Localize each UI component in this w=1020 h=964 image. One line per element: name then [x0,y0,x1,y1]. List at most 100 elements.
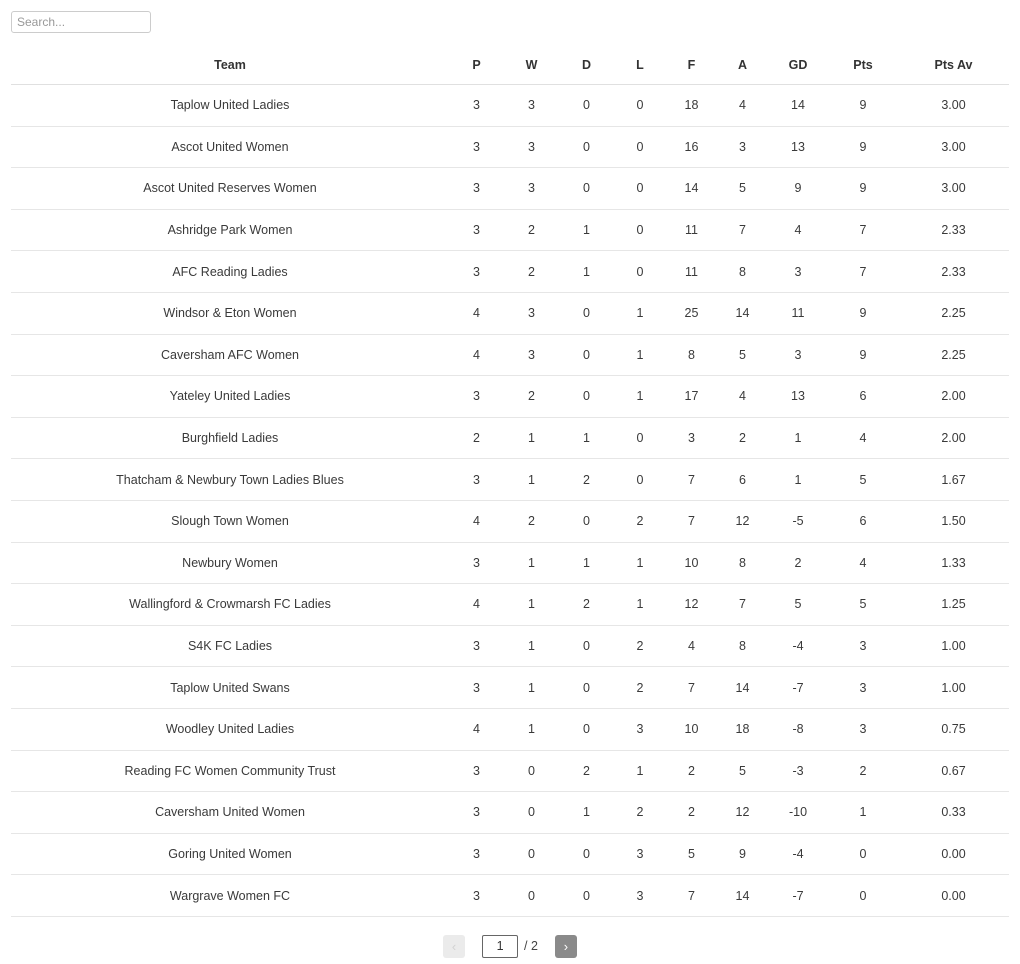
cell-gd: 9 [768,167,828,210]
cell-a: 7 [717,209,768,252]
cell-gd: -10 [768,791,828,834]
table-row[interactable]: Newbury Women 3 1 1 1 10 8 2 4 1.33 [11,542,1009,585]
cell-l: 2 [614,791,666,834]
page-number-input[interactable] [482,934,519,958]
cell-w: 0 [504,874,559,917]
cell-w: 3 [504,167,559,210]
cell-p: 3 [449,167,504,210]
cell-l: 2 [614,625,666,668]
search-input[interactable] [11,11,151,33]
cell-gd: 13 [768,126,828,169]
table-row[interactable]: Slough Town Women 4 2 0 2 7 12 -5 6 1.50 [11,500,1009,543]
cell-d: 0 [559,500,614,543]
table-row[interactable]: AFC Reading Ladies 3 2 1 0 11 8 3 7 2.33 [11,250,1009,293]
cell-a: 8 [717,250,768,293]
cell-ptsav: 2.33 [898,250,1009,293]
cell-p: 4 [449,334,504,377]
cell-a: 5 [717,167,768,210]
column-header-f[interactable]: F [666,58,717,85]
cell-ptsav: 2.00 [898,417,1009,460]
column-header-p[interactable]: P [449,58,504,85]
cell-ptsav: 0.75 [898,708,1009,751]
cell-a: 18 [717,708,768,751]
pagination: ‹ / 2 › [11,934,1009,958]
cell-gd: 3 [768,334,828,377]
table-row[interactable]: Reading FC Women Community Trust 3 0 2 1 2 5 -3… [11,750,1009,793]
previous-page-button[interactable]: ‹ [443,934,466,958]
column-header-w[interactable]: W [504,58,559,85]
table-row[interactable]: Windsor & Eton Women 4 3 0 1 25 14 11 9 2.25 [11,292,1009,335]
cell-a: 6 [717,458,768,501]
cell-ptsav: 1.33 [898,542,1009,585]
column-header-ptsav[interactable]: Pts Av [898,58,1009,85]
table-row[interactable]: Wargrave Women FC 3 0 0 3 7 14 -7 0 0.00 [11,874,1009,917]
cell-pts: 9 [828,292,898,335]
column-header-d[interactable]: D [559,58,614,85]
table-row[interactable]: S4K FC Ladies 3 1 0 2 4 8 -4 3 1.00 [11,625,1009,668]
cell-d: 1 [559,250,614,293]
table-row[interactable]: Caversham AFC Women 4 3 0 1 8 5 3 9 2.25 [11,334,1009,377]
table-row[interactable]: Ascot United Reserves Women 3 3 0 0 14 5 9 9 3.00 [11,167,1009,210]
cell-pts: 7 [828,250,898,293]
cell-a: 14 [717,292,768,335]
column-header-gd[interactable]: GD [768,58,828,85]
cell-l: 0 [614,126,666,169]
cell-team: Taplow United Swans [11,666,449,709]
cell-team: Wargrave Women FC [11,874,449,917]
cell-f: 11 [666,209,717,252]
cell-pts: 5 [828,583,898,626]
cell-a: 14 [717,874,768,917]
table-row[interactable]: Caversham United Women 3 0 1 2 2 12 -10 1 0.33 [11,791,1009,834]
table-row[interactable]: Woodley United Ladies 4 1 0 3 10 18 -8 3 0.75 [11,708,1009,751]
cell-d: 0 [559,292,614,335]
cell-f: 7 [666,874,717,917]
cell-team: Wallingford & Crowmarsh FC Ladies [11,583,449,626]
cell-f: 3 [666,417,717,460]
column-header-a[interactable]: A [717,58,768,85]
cell-ptsav: 2.25 [898,334,1009,377]
cell-f: 7 [666,458,717,501]
column-header-team[interactable]: Team [11,58,449,85]
total-pages-label: / 2 [524,939,538,954]
table-row[interactable]: Ascot United Women 3 3 0 0 16 3 13 9 3.00 [11,126,1009,169]
cell-a: 5 [717,334,768,377]
cell-d: 0 [559,625,614,668]
cell-a: 7 [717,583,768,626]
cell-p: 3 [449,542,504,585]
cell-f: 12 [666,583,717,626]
table-row[interactable]: Goring United Women 3 0 0 3 5 9 -4 0 0.00 [11,833,1009,876]
cell-w: 2 [504,500,559,543]
cell-l: 2 [614,500,666,543]
cell-w: 1 [504,583,559,626]
cell-team: Thatcham & Newbury Town Ladies Blues [11,458,449,501]
cell-w: 3 [504,334,559,377]
table-row[interactable]: Thatcham & Newbury Town Ladies Blues 3 1 2 0… [11,458,1009,501]
cell-a: 14 [717,666,768,709]
cell-gd: -8 [768,708,828,751]
cell-p: 3 [449,375,504,418]
column-header-pts[interactable]: Pts [828,58,898,85]
cell-pts: 9 [828,84,898,127]
column-header-l[interactable]: L [614,58,666,85]
table-row[interactable]: Ashridge Park Women 3 2 1 0 11 7 4 7 2.33 [11,209,1009,252]
cell-p: 4 [449,292,504,335]
cell-team: Goring United Women [11,833,449,876]
cell-l: 0 [614,209,666,252]
cell-f: 7 [666,666,717,709]
next-page-button[interactable]: › [554,934,577,958]
cell-w: 3 [504,84,559,127]
cell-team: Slough Town Women [11,500,449,543]
cell-p: 3 [449,209,504,252]
cell-team: AFC Reading Ladies [11,250,449,293]
cell-team: Ascot United Reserves Women [11,167,449,210]
table-row[interactable]: Taplow United Ladies 3 3 0 0 18 4 14 9 3.00 [11,84,1009,127]
table-row[interactable]: Wallingford & Crowmarsh FC Ladies 4 1 2 1 12 7… [11,583,1009,626]
cell-p: 4 [449,500,504,543]
cell-p: 3 [449,750,504,793]
table-row[interactable]: Yateley United Ladies 3 2 0 1 17 4 13 6 2.00 [11,375,1009,418]
cell-l: 0 [614,84,666,127]
table-row[interactable]: Burghfield Ladies 2 1 1 0 3 2 1 4 2.00 [11,417,1009,460]
table-row[interactable]: Taplow United Swans 3 1 0 2 7 14 -7 3 1.00 [11,666,1009,709]
cell-a: 4 [717,84,768,127]
cell-pts: 1 [828,791,898,834]
